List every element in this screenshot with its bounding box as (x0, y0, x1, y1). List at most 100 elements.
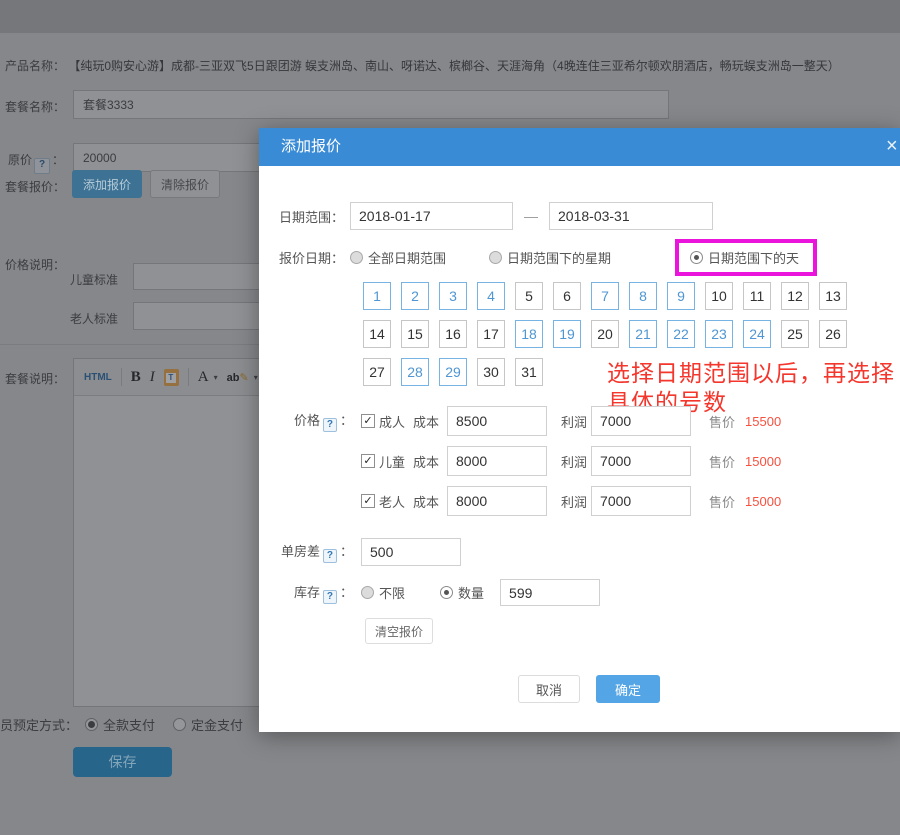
clear-quote-modal-button[interactable]: 清空报价 (365, 618, 433, 644)
radio-icon[interactable] (440, 586, 453, 599)
chevron-down-icon[interactable]: ▾ (254, 373, 258, 382)
calendar-day-7[interactable]: 7 (591, 282, 619, 310)
calendar-day-5[interactable]: 5 (515, 282, 543, 310)
toolbar-divider (188, 368, 189, 386)
radio-all-dates[interactable]: 全部日期范围 (350, 248, 446, 267)
screen: 产品名称： 【纯玩0购安心游】成都-三亚双飞5日跟团游 蜈支洲岛、南山、呀诺达、… (0, 0, 900, 835)
calendar-day-23[interactable]: 23 (705, 320, 733, 348)
calendar-day-26[interactable]: 26 (819, 320, 847, 348)
close-icon[interactable]: × (886, 136, 898, 156)
calendar-day-13[interactable]: 13 (819, 282, 847, 310)
calendar-day-31[interactable]: 31 (515, 358, 543, 386)
sale-price-label: 售价 (709, 412, 735, 431)
radio-days-in-range[interactable]: 日期范围下的天 (690, 248, 799, 267)
help-icon[interactable]: ? (323, 549, 337, 563)
calendar-day-3[interactable]: 3 (439, 282, 467, 310)
date-start-input[interactable] (350, 202, 513, 230)
calendar-day-1[interactable]: 1 (363, 282, 391, 310)
radio-unlimited[interactable]: 不限 (361, 583, 405, 602)
calendar-day-22[interactable]: 22 (667, 320, 695, 348)
single-room-label: 单房差?： (279, 541, 353, 563)
radio-quantity[interactable]: 数量 (440, 583, 484, 602)
price-note-label: 价格说明： (5, 256, 65, 273)
calendar-day-15[interactable]: 15 (401, 320, 429, 348)
calendar-day-4[interactable]: 4 (477, 282, 505, 310)
calendar-day-6[interactable]: 6 (553, 282, 581, 310)
radio-icon[interactable] (489, 251, 502, 264)
confirm-button[interactable]: 确定 (596, 675, 660, 703)
price-type-label: 老人 (379, 492, 405, 511)
child-standard-label: 儿童标准 (70, 271, 118, 288)
bold-icon[interactable]: B (131, 369, 141, 386)
calendar-day-16[interactable]: 16 (439, 320, 467, 348)
paste-text-icon[interactable]: T (164, 369, 179, 386)
calendar-day-14[interactable]: 14 (363, 320, 391, 348)
package-name-input[interactable] (73, 90, 669, 119)
child-cost-input[interactable] (447, 446, 547, 476)
child-checkbox[interactable]: ✓ (361, 454, 375, 468)
cost-label: 成本 (413, 452, 439, 471)
add-quote-button[interactable]: 添加报价 (72, 170, 142, 198)
radio-weekdays-in-range[interactable]: 日期范围下的星期 (489, 248, 611, 267)
radio-full-payment[interactable]: 全款支付 (85, 715, 155, 734)
calendar-day-9[interactable]: 9 (667, 282, 695, 310)
sale-price-label: 售价 (709, 492, 735, 511)
radio-deposit-payment[interactable]: 定金支付 (173, 715, 243, 734)
child-sale-price: 15000 (745, 454, 781, 469)
calendar-day-18[interactable]: 18 (515, 320, 543, 348)
calendar-day-24[interactable]: 24 (743, 320, 771, 348)
help-icon[interactable]: ? (323, 590, 337, 604)
calendar-day-17[interactable]: 17 (477, 320, 505, 348)
calendar-day-10[interactable]: 10 (705, 282, 733, 310)
calendar-day-21[interactable]: 21 (629, 320, 657, 348)
calendar-day-25[interactable]: 25 (781, 320, 809, 348)
stock-quantity-input[interactable] (500, 579, 600, 606)
price-label: 价格?： (279, 410, 353, 432)
calendar-day-28[interactable]: 28 (401, 358, 429, 386)
stock-row: 库存?： 不限数量 (279, 579, 600, 606)
elder-cost-input[interactable] (447, 486, 547, 516)
highlight-icon[interactable]: ab✎ (227, 371, 249, 384)
modal-title: 添加报价 (281, 128, 341, 166)
radio-icon[interactable] (350, 251, 363, 264)
cancel-button[interactable]: 取消 (518, 675, 580, 703)
calendar-day-29[interactable]: 29 (439, 358, 467, 386)
radio-icon[interactable] (85, 718, 98, 731)
original-price-label: 原价?： (8, 151, 64, 174)
calendar-day-30[interactable]: 30 (477, 358, 505, 386)
calendar-day-12[interactable]: 12 (781, 282, 809, 310)
child-profit-input[interactable] (591, 446, 691, 476)
profit-label: 利润 (561, 412, 587, 431)
calendar-day-20[interactable]: 20 (591, 320, 619, 348)
cost-label: 成本 (413, 412, 439, 431)
help-icon[interactable]: ? (323, 418, 337, 432)
sale-price-label: 售价 (709, 452, 735, 471)
single-room-input[interactable] (361, 538, 461, 566)
calendar-day-19[interactable]: 19 (553, 320, 581, 348)
magenta-highlight-box: 日期范围下的天 (675, 239, 817, 276)
radio-icon[interactable] (361, 586, 374, 599)
font-color-icon[interactable]: A (198, 369, 209, 386)
adult-profit-input[interactable] (591, 406, 691, 436)
radio-icon[interactable] (690, 251, 703, 264)
elder-checkbox[interactable]: ✓ (361, 494, 375, 508)
clear-quote-button[interactable]: 清除报价 (150, 170, 220, 198)
calendar-day-8[interactable]: 8 (629, 282, 657, 310)
save-button[interactable]: 保存 (73, 747, 172, 777)
booking-method-label: 员预定方式： (0, 715, 78, 734)
chevron-down-icon[interactable]: ▾ (214, 373, 218, 382)
html-source-icon[interactable]: HTML (84, 372, 112, 383)
package-quote-label: 套餐报价： (5, 178, 65, 195)
adult-cost-input[interactable] (447, 406, 547, 436)
elder-profit-input[interactable] (591, 486, 691, 516)
help-icon[interactable]: ? (34, 158, 50, 174)
italic-icon[interactable]: I (150, 369, 155, 386)
single-room-row: 单房差?： (279, 538, 461, 566)
calendar-day-11[interactable]: 11 (743, 282, 771, 310)
calendar-day-27[interactable]: 27 (363, 358, 391, 386)
product-name-row: 产品名称： 【纯玩0购安心游】成都-三亚双飞5日跟团游 蜈支洲岛、南山、呀诺达、… (5, 57, 840, 74)
calendar-day-2[interactable]: 2 (401, 282, 429, 310)
radio-icon[interactable] (173, 718, 186, 731)
adult-checkbox[interactable]: ✓ (361, 414, 375, 428)
date-end-input[interactable] (549, 202, 713, 230)
